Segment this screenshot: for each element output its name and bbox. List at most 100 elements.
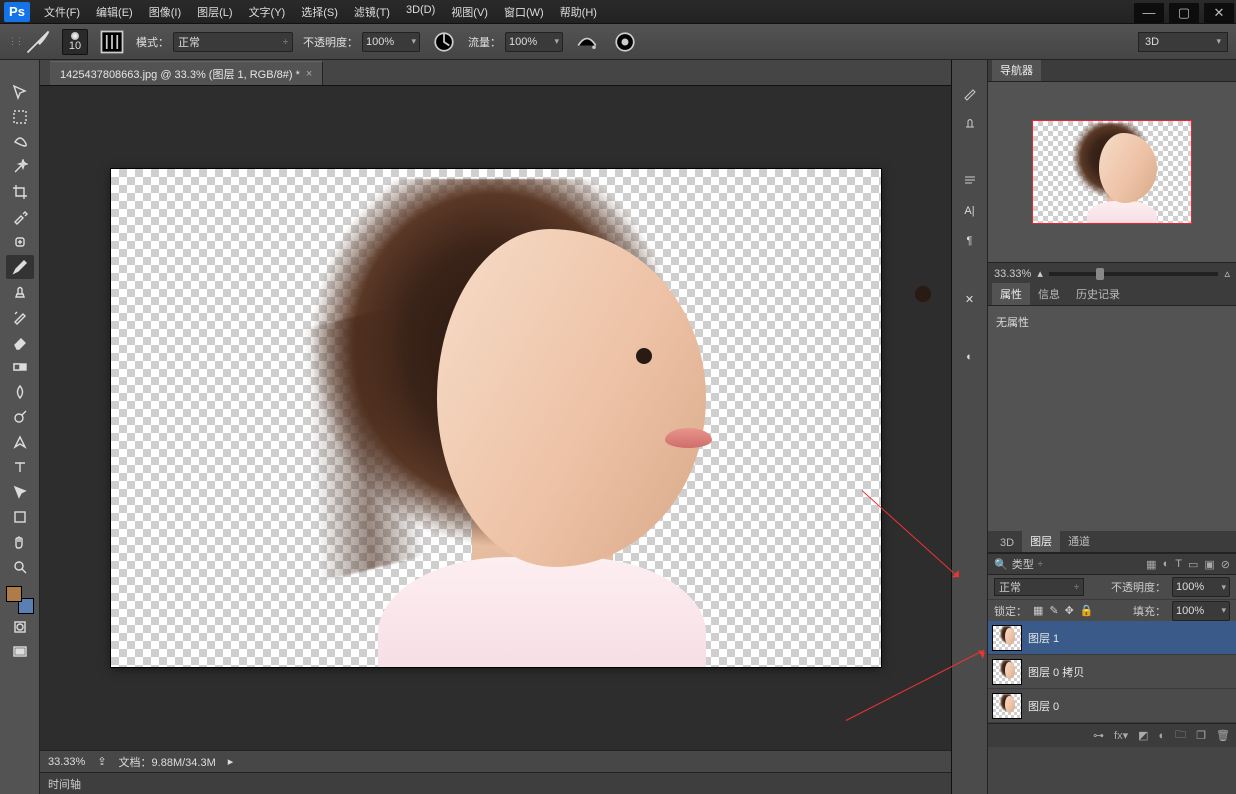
menu-select[interactable]: 选择(S) <box>293 0 346 24</box>
channels-tab[interactable]: 通道 <box>1060 530 1098 552</box>
pressure-opacity-icon[interactable] <box>430 29 458 55</box>
layer-name[interactable]: 图层 1 <box>1028 630 1059 646</box>
opacity-input[interactable]: 100%▾ <box>362 32 420 52</box>
clone-stamp-tool[interactable] <box>6 280 34 304</box>
brush-panel-toggle-icon[interactable] <box>98 29 126 55</box>
healing-brush-tool[interactable] <box>6 230 34 254</box>
menu-edit[interactable]: 编辑(E) <box>88 0 141 24</box>
layer-row[interactable]: 图层 0 <box>988 689 1236 723</box>
3d-tab[interactable]: 3D <box>992 534 1022 552</box>
menu-help[interactable]: 帮助(H) <box>552 0 605 24</box>
brush-preset-picker[interactable]: 10 <box>62 29 88 55</box>
eyedropper-tool[interactable] <box>6 205 34 229</box>
navigator-thumbnail[interactable] <box>1032 120 1192 224</box>
zoom-in-icon[interactable]: ▵ <box>1224 267 1230 280</box>
pen-tool[interactable] <box>6 430 34 454</box>
crop-tool[interactable] <box>6 180 34 204</box>
close-tab-icon[interactable]: × <box>306 68 312 80</box>
layer-name[interactable]: 图层 0 拷贝 <box>1028 664 1084 680</box>
lasso-tool[interactable] <box>6 130 34 154</box>
layer-thumbnail[interactable] <box>992 659 1022 685</box>
zoom-tool[interactable] <box>6 555 34 579</box>
lock-trans-icon[interactable]: ▦ <box>1033 604 1043 617</box>
info-tab[interactable]: 信息 <box>1030 283 1068 305</box>
magic-wand-tool[interactable] <box>6 155 34 179</box>
delete-layer-icon[interactable]: 🗑 <box>1216 729 1230 742</box>
layer-thumbnail[interactable] <box>992 693 1022 719</box>
layer-fill-input[interactable]: 100%▾ <box>1172 601 1230 621</box>
menu-3d[interactable]: 3D(D) <box>398 0 443 24</box>
layer-blend-mode-dropdown[interactable]: 正常÷ <box>994 578 1084 596</box>
shape-tool[interactable] <box>6 505 34 529</box>
workspace-switcher[interactable]: 3D▾ <box>1138 32 1228 52</box>
clone-source-icon[interactable] <box>958 112 982 134</box>
navigator-zoom-slider[interactable] <box>1049 272 1219 276</box>
marquee-tool[interactable] <box>6 105 34 129</box>
quickmask-toggle[interactable] <box>6 615 34 639</box>
menu-file[interactable]: 文件(F) <box>36 0 88 24</box>
status-chevron-icon[interactable]: ▸ <box>228 755 234 768</box>
history-tab[interactable]: 历史记录 <box>1068 283 1128 305</box>
menu-layer[interactable]: 图层(L) <box>189 0 240 24</box>
airbrush-icon[interactable] <box>573 29 601 55</box>
brush-tool[interactable] <box>6 255 34 279</box>
status-zoom[interactable]: 33.33% <box>48 756 85 768</box>
color-swatches[interactable] <box>6 586 34 614</box>
navigator-tab[interactable]: 导航器 <box>992 60 1041 81</box>
pressure-size-icon[interactable] <box>611 29 639 55</box>
layer-opacity-input[interactable]: 100%▾ <box>1172 577 1230 597</box>
lock-paint-icon[interactable]: ✎ <box>1049 604 1058 617</box>
gradient-tool[interactable] <box>6 355 34 379</box>
blur-tool[interactable] <box>6 380 34 404</box>
screenmode-toggle[interactable] <box>6 640 34 664</box>
path-select-tool[interactable] <box>6 480 34 504</box>
filter-smart-icon[interactable]: ▣ <box>1204 558 1214 571</box>
paragraph-panel-icon[interactable] <box>958 170 982 192</box>
hand-tool[interactable] <box>6 530 34 554</box>
move-tool[interactable] <box>6 80 34 104</box>
blend-mode-dropdown[interactable]: 正常÷ <box>173 32 293 52</box>
libraries-panel-icon[interactable]: ◐ <box>958 346 982 368</box>
filter-pixel-icon[interactable]: ▦ <box>1146 558 1156 571</box>
filter-kind-label[interactable]: 类型 <box>1012 556 1034 572</box>
menu-window[interactable]: 窗口(W) <box>496 0 552 24</box>
eraser-tool[interactable] <box>6 330 34 354</box>
window-close[interactable]: ✕ <box>1204 3 1234 23</box>
status-export-icon[interactable]: ⇪ <box>97 755 106 768</box>
search-icon[interactable]: 🔍 <box>994 558 1008 571</box>
filter-shape-icon[interactable]: ▭ <box>1188 558 1198 571</box>
menu-filter[interactable]: 滤镜(T) <box>346 0 398 24</box>
type-tool[interactable] <box>6 455 34 479</box>
filter-toggle-icon[interactable]: ⊘ <box>1221 558 1230 571</box>
adjustment-layer-icon[interactable]: ◐ <box>1159 730 1166 742</box>
brush-presets-icon[interactable] <box>958 82 982 104</box>
menu-view[interactable]: 视图(V) <box>443 0 496 24</box>
menu-image[interactable]: 图像(I) <box>141 0 189 24</box>
window-minimize[interactable]: — <box>1134 3 1164 23</box>
layers-tab[interactable]: 图层 <box>1022 530 1060 552</box>
zoom-out-icon[interactable]: ▴ <box>1037 267 1043 280</box>
character-panel-icon[interactable]: A| <box>958 200 982 222</box>
navigator-zoom-value[interactable]: 33.33% <box>994 268 1031 280</box>
layer-row[interactable]: 图层 0 拷贝 <box>988 655 1236 689</box>
group-icon[interactable]: 🗀 <box>1175 726 1186 745</box>
properties-tab[interactable]: 属性 <box>992 283 1030 305</box>
history-brush-tool[interactable] <box>6 305 34 329</box>
filter-adjust-icon[interactable]: ◐ <box>1163 558 1170 571</box>
window-maximize[interactable]: ▢ <box>1169 3 1199 23</box>
flow-input[interactable]: 100%▾ <box>505 32 563 52</box>
menu-type[interactable]: 文字(Y) <box>241 0 294 24</box>
fx-icon[interactable]: fx▾ <box>1114 729 1128 742</box>
layer-name[interactable]: 图层 0 <box>1028 698 1059 714</box>
layer-thumbnail[interactable] <box>992 625 1022 651</box>
foreground-color-swatch[interactable] <box>6 586 22 602</box>
dodge-tool[interactable] <box>6 405 34 429</box>
new-layer-icon[interactable]: ❐ <box>1196 729 1206 742</box>
filter-type-icon[interactable]: T <box>1175 558 1182 571</box>
document-tab[interactable]: 1425437808663.jpg @ 33.3% (图层 1, RGB/8#)… <box>50 61 323 85</box>
layer-row[interactable]: 👁 图层 1 <box>988 621 1236 655</box>
adjustments-panel-icon[interactable]: ✕ <box>958 288 982 310</box>
canvas-viewport[interactable] <box>40 86 951 750</box>
timeline-panel-tab[interactable]: 时间轴 <box>40 772 951 794</box>
lock-all-icon[interactable]: 🔒 <box>1080 604 1094 617</box>
